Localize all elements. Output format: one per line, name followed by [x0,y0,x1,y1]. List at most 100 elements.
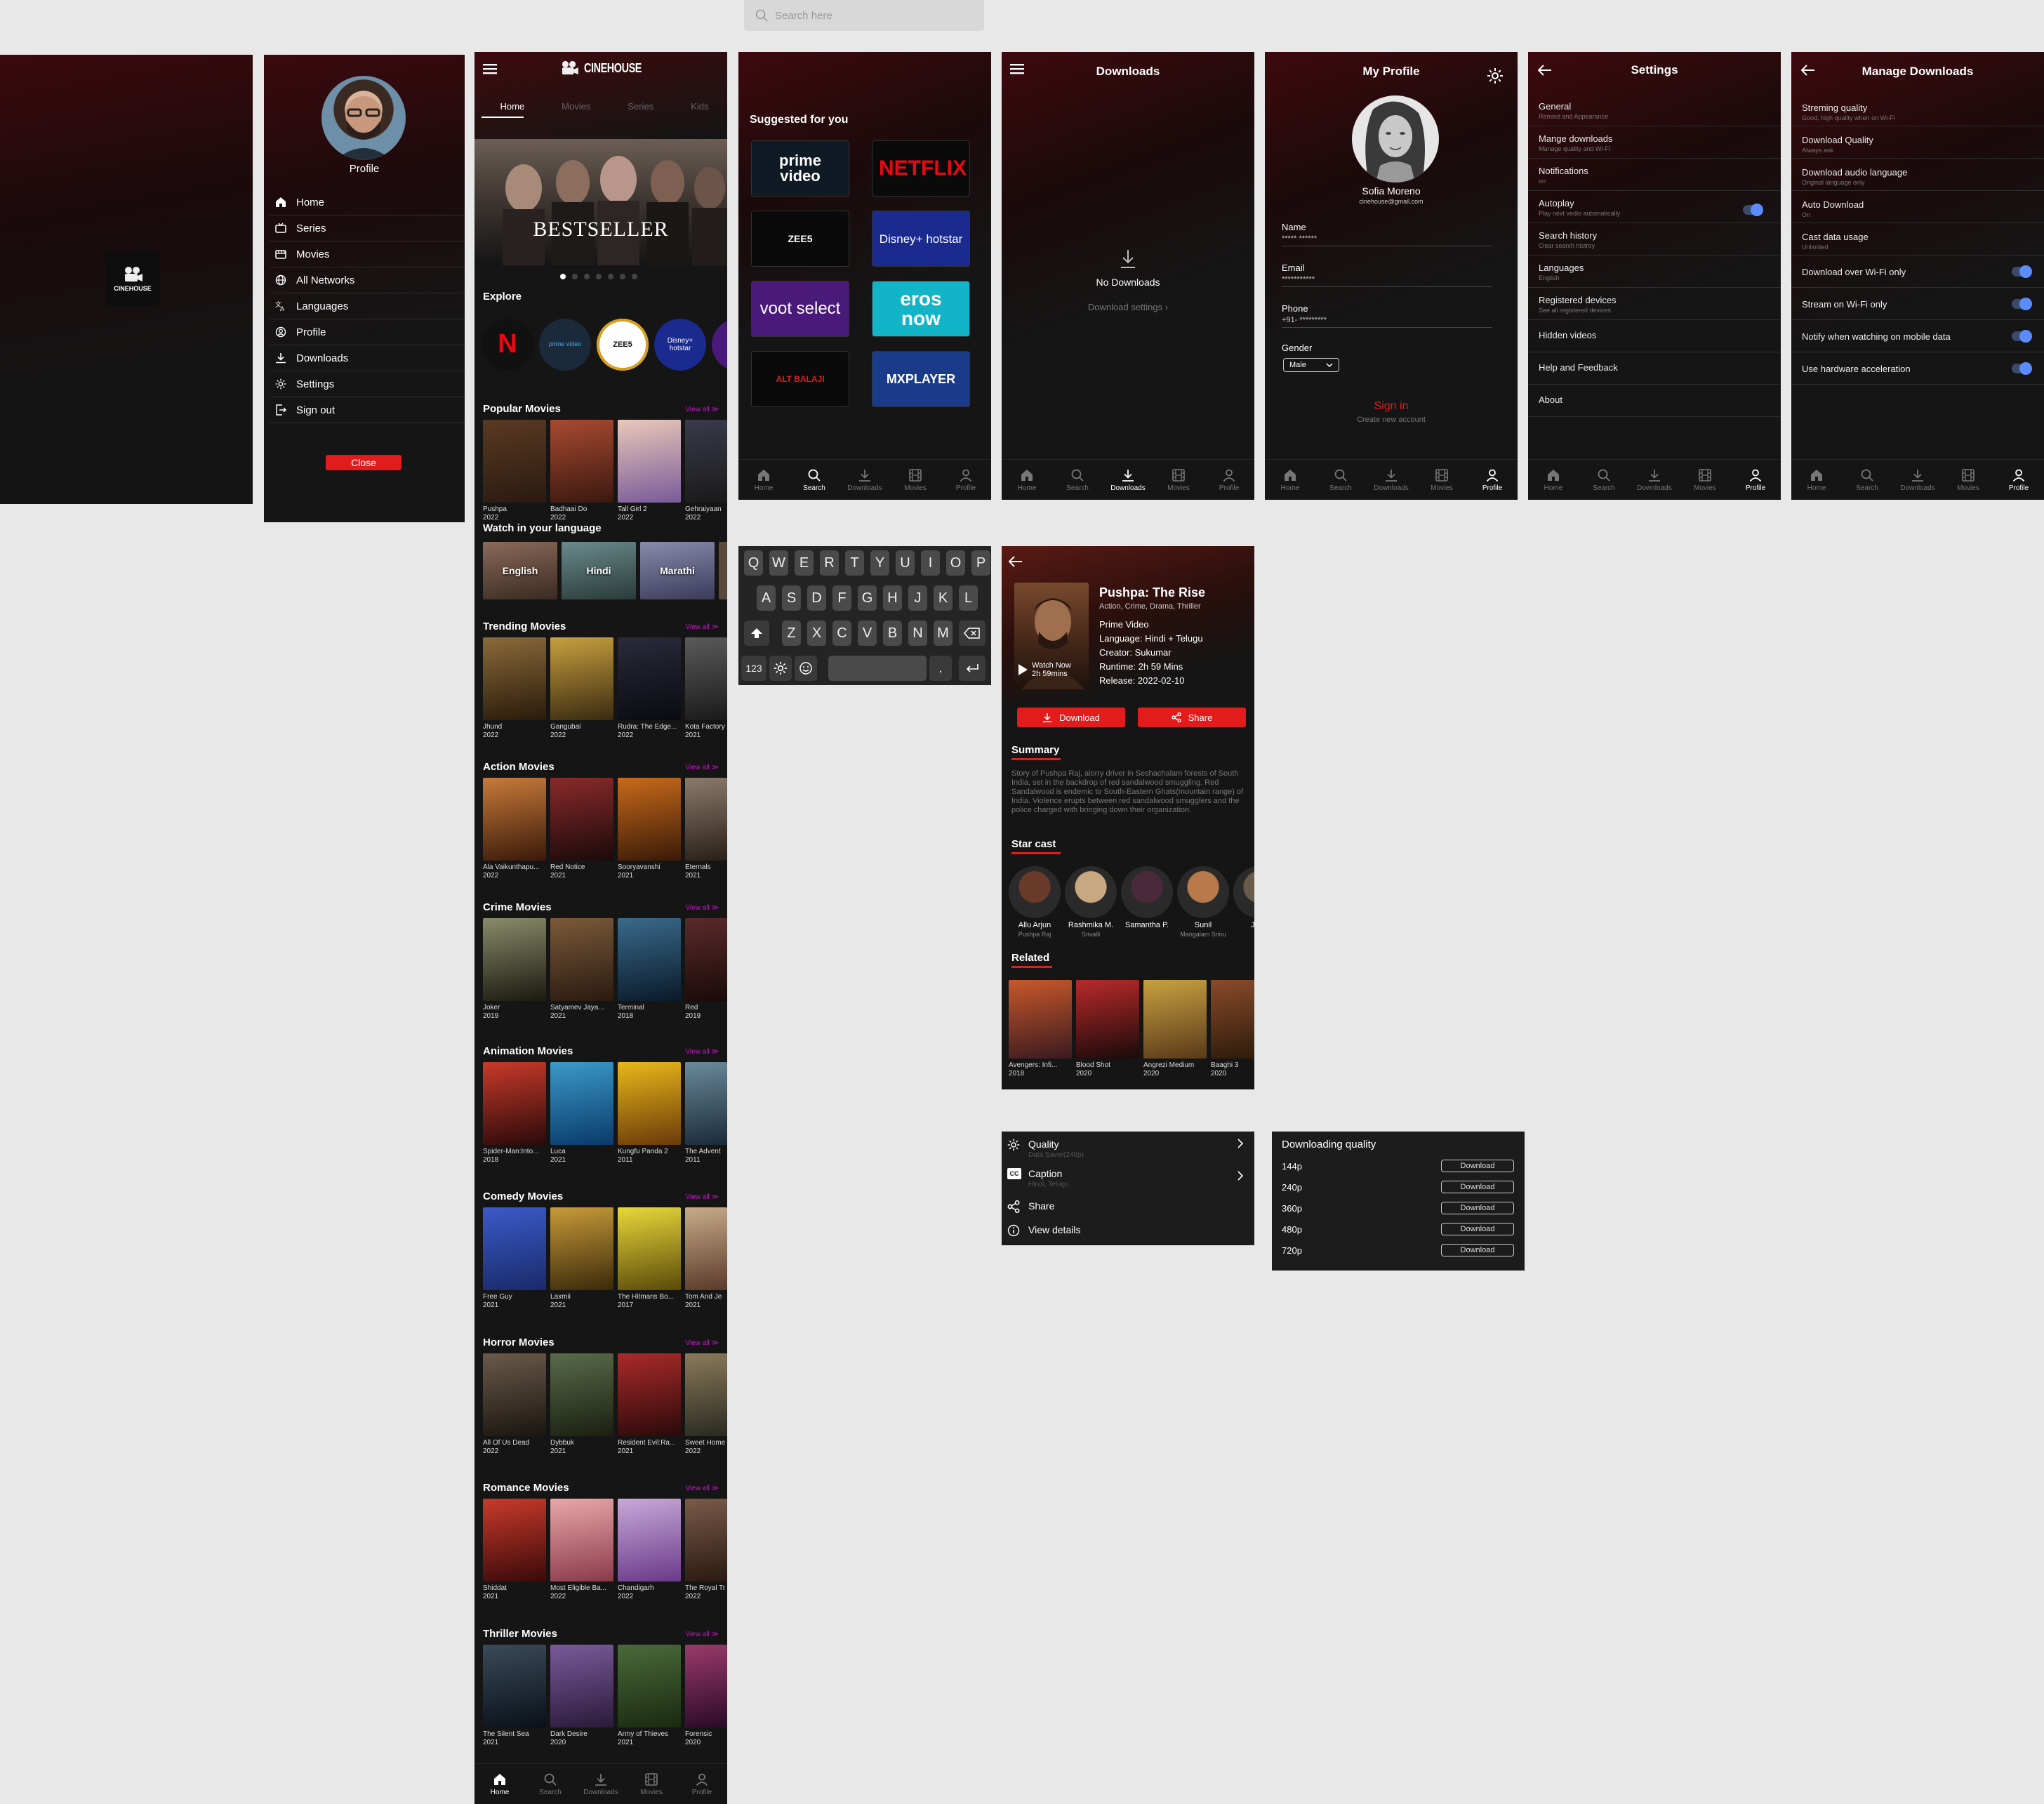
key-p[interactable]: P [971,550,990,576]
drawer-item-home[interactable]: Home [270,190,465,215]
nav-profile[interactable]: Profile [1208,468,1250,492]
nav-downloads[interactable]: Downloads [844,468,886,492]
nav-home[interactable]: Home [1269,468,1311,492]
quality-download-button[interactable]: Download [1441,1202,1514,1214]
key-r[interactable]: R [820,550,839,576]
movie-poster[interactable] [685,637,727,720]
quality-download-button[interactable]: Download [1441,1160,1514,1172]
emoji-key[interactable] [795,656,817,681]
movie-poster[interactable] [550,1207,613,1290]
md-row-8[interactable]: Use hardware acceleration [1791,352,2044,385]
quality-download-button[interactable]: Download [1441,1181,1514,1193]
movie-poster[interactable] [483,778,546,861]
settings-row-hidden-videos[interactable]: Hidden videos [1528,320,1781,352]
nav-movies[interactable]: Movies [630,1772,672,1796]
watch-now-button[interactable]: Watch Now 2h 59mins [1017,661,1071,678]
nav-search[interactable]: Search [529,1772,571,1796]
related-poster[interactable] [1076,980,1139,1059]
nav-search[interactable]: Search [793,468,835,492]
md-row-3[interactable]: Auto Download On [1791,191,2044,223]
tab-series[interactable]: Series [628,101,653,118]
movie-poster[interactable] [618,637,681,720]
movie-poster[interactable] [550,918,613,1001]
movie-poster[interactable] [685,1207,727,1290]
key-i[interactable]: I [921,550,940,576]
service-card-0[interactable]: prime video [751,140,849,197]
share-option[interactable]: Share [1007,1199,1249,1216]
key-a[interactable]: A [757,585,776,611]
nav-downloads[interactable]: Downloads [1897,468,1939,492]
enter-key[interactable] [959,656,985,681]
nav-downloads[interactable]: Downloads [1107,468,1149,492]
service-card-6[interactable]: ALT BALAJI [751,351,849,407]
nav-profile[interactable]: Profile [681,1772,723,1796]
movie-poster[interactable] [550,1353,613,1436]
download-button[interactable]: Download [1017,708,1125,727]
movie-poster[interactable] [618,778,681,861]
nav-downloads[interactable]: Downloads [1370,468,1412,492]
md-row-5[interactable]: Download over Wi-Fi only [1791,256,2044,288]
movie-poster[interactable] [685,1499,727,1581]
nav-profile[interactable]: Profile [945,468,987,492]
quality-option[interactable]: Quality Data Saver(240p) [1007,1137,1249,1165]
key-e[interactable]: E [795,550,814,576]
movie-poster[interactable] [685,918,727,1001]
movie-poster[interactable] [550,420,613,503]
shift-key[interactable] [744,621,769,646]
space-key[interactable] [828,656,927,681]
view-all-link[interactable]: View all ≫ [685,1485,719,1492]
nav-movies[interactable]: Movies [1947,468,1989,492]
nav-home[interactable]: Home [1532,468,1574,492]
nav-profile[interactable]: Profile [1734,468,1777,492]
language-card-more[interactable] [719,542,727,599]
nav-home[interactable]: Home [743,468,785,492]
back-arrow-icon[interactable] [1009,556,1023,567]
movie-poster[interactable] [550,637,613,720]
drawer-item-sign-out[interactable]: Sign out [270,397,465,423]
cast-avatar[interactable] [1233,866,1254,918]
drawer-item-settings[interactable]: Settings [270,371,465,397]
field-value-email[interactable]: *********** [1282,275,1492,287]
movie-poster[interactable] [685,420,727,503]
nav-home[interactable]: Home [1006,468,1048,492]
backspace-key[interactable] [959,621,985,646]
nav-profile[interactable]: Profile [1998,468,2040,492]
movie-poster[interactable] [685,778,727,861]
explore-network-1[interactable]: prime video [539,319,591,371]
explore-network-0[interactable]: N [482,319,533,371]
nav-profile[interactable]: Profile [1471,468,1513,492]
key-t[interactable]: T [845,550,864,576]
md-row-6[interactable]: Stream on Wi-Fi only [1791,288,2044,320]
movie-poster[interactable] [483,420,546,503]
detail-poster[interactable]: Watch Now 2h 59mins [1014,583,1089,689]
movie-poster[interactable] [618,918,681,1001]
settings-key[interactable] [769,656,792,681]
movie-poster[interactable] [618,1353,681,1436]
nav-movies[interactable]: Movies [1684,468,1726,492]
service-card-2[interactable]: ZEE5 [751,211,849,267]
hamburger-icon[interactable] [483,63,497,74]
movie-poster[interactable] [483,1645,546,1727]
quality-download-button[interactable]: Download [1441,1223,1514,1235]
explore-network-3[interactable]: Disney+ hotstar [654,319,706,371]
drawer-item-series[interactable]: Series [270,215,465,241]
view-all-link[interactable]: View all ≫ [685,623,719,631]
settings-row-registered-devices[interactable]: Registered devices See all registered dev… [1528,288,1781,320]
key-y[interactable]: Y [870,550,889,576]
md-row-2[interactable]: Download audio language Original language… [1791,159,2044,191]
settings-row-general[interactable]: General Remind and Appearance [1528,94,1781,126]
view-all-link[interactable]: View all ≫ [685,406,719,413]
related-poster[interactable] [1143,980,1207,1059]
md-row-0[interactable]: Streming quality Good, high quality when … [1791,94,2044,126]
key-f[interactable]: F [832,585,851,611]
field-value-name[interactable]: ***** ****** [1282,234,1492,246]
cast-avatar[interactable] [1009,866,1061,918]
key-j[interactable]: J [908,585,927,611]
movie-poster[interactable] [685,1645,727,1727]
nav-search[interactable]: Search [1320,468,1362,492]
drawer-item-movies[interactable]: Movies [270,241,465,267]
key-c[interactable]: C [832,621,851,646]
md-row-1[interactable]: Download Quality Always ask [1791,126,2044,159]
quality-download-button[interactable]: Download [1441,1244,1514,1256]
settings-row-languages[interactable]: Languages English [1528,256,1781,288]
